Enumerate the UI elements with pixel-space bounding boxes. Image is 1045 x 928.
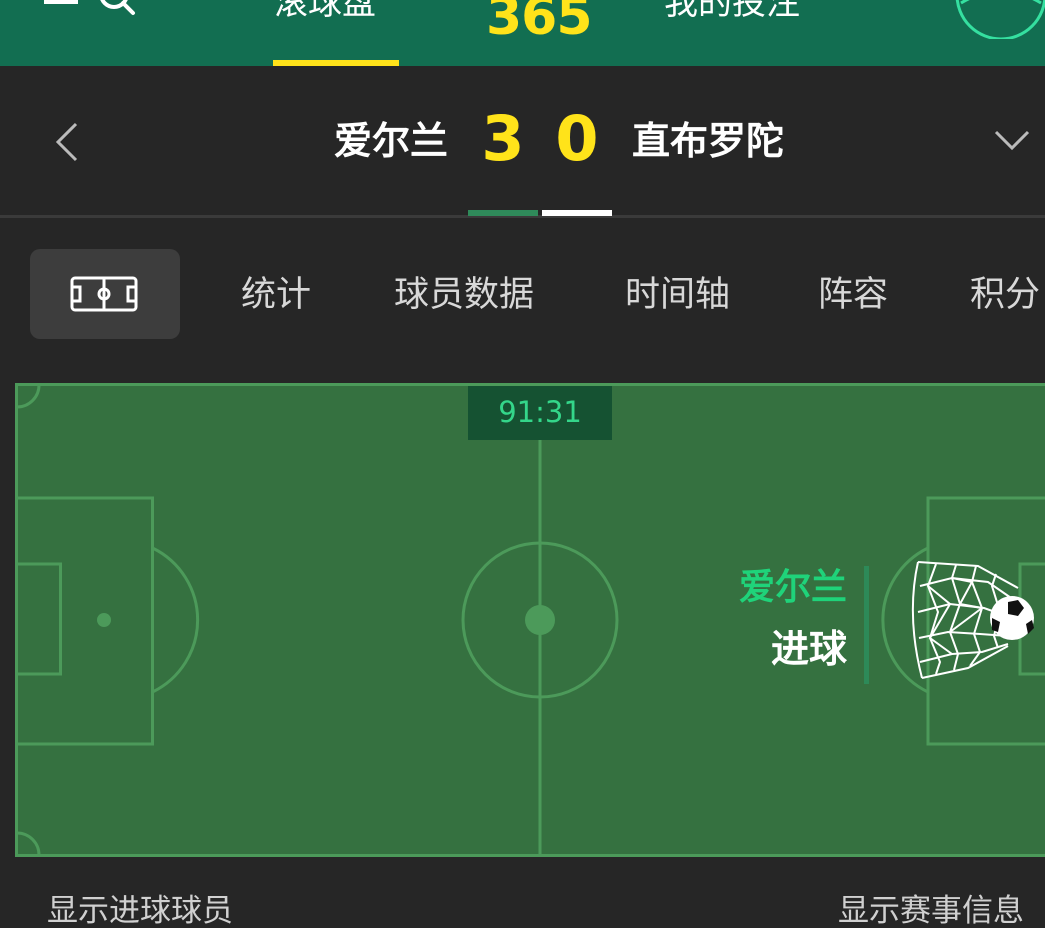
event-separator (864, 566, 869, 684)
tab-player-stats[interactable]: 球员数据 (394, 272, 534, 318)
page-indicator[interactable] (542, 210, 612, 216)
top-header: 滚球盘 365 我的投注 (0, 0, 1045, 66)
field-icon (70, 276, 138, 312)
home-score: 3 (481, 102, 525, 175)
event-team: 爱尔兰 (738, 567, 847, 608)
goal-net-icon (911, 561, 1034, 679)
chevron-down-icon[interactable] (992, 124, 1032, 158)
back-icon[interactable] (52, 120, 84, 164)
brand-logo[interactable]: 365 (486, 0, 593, 43)
app-screen: 滚球盘 365 我的投注 爱尔兰 3 0 直布罗陀 统计 球员数据 时间轴 阵容… (0, 0, 1045, 928)
event-type: 进球 (770, 627, 847, 671)
home-team-name: 爱尔兰 (334, 119, 449, 163)
tab-lineup[interactable]: 阵容 (818, 272, 888, 318)
away-team-name: 直布罗陀 (632, 119, 785, 163)
tab-standings[interactable]: 积分 (970, 272, 1040, 318)
tab-timeline[interactable]: 时间轴 (625, 272, 730, 318)
match-clock: 91:31 (468, 386, 612, 440)
tab-stats[interactable]: 统计 (241, 272, 311, 318)
tab-in-play[interactable]: 滚球盘 (274, 0, 376, 20)
search-icon[interactable] (92, 0, 140, 22)
page-indicator-active[interactable] (468, 210, 538, 216)
menu-icon[interactable] (44, 0, 78, 10)
show-scorers-link[interactable]: 显示进球球员 (47, 890, 233, 928)
tab-pitch-view[interactable] (30, 249, 180, 339)
pitch-graphic (15, 383, 1045, 857)
ball-icon[interactable] (955, 0, 1045, 39)
show-match-info-link[interactable]: 显示赛事信息 (838, 890, 1024, 928)
tab-my-bets[interactable]: 我的投注 (664, 0, 800, 20)
away-score: 0 (555, 102, 599, 175)
